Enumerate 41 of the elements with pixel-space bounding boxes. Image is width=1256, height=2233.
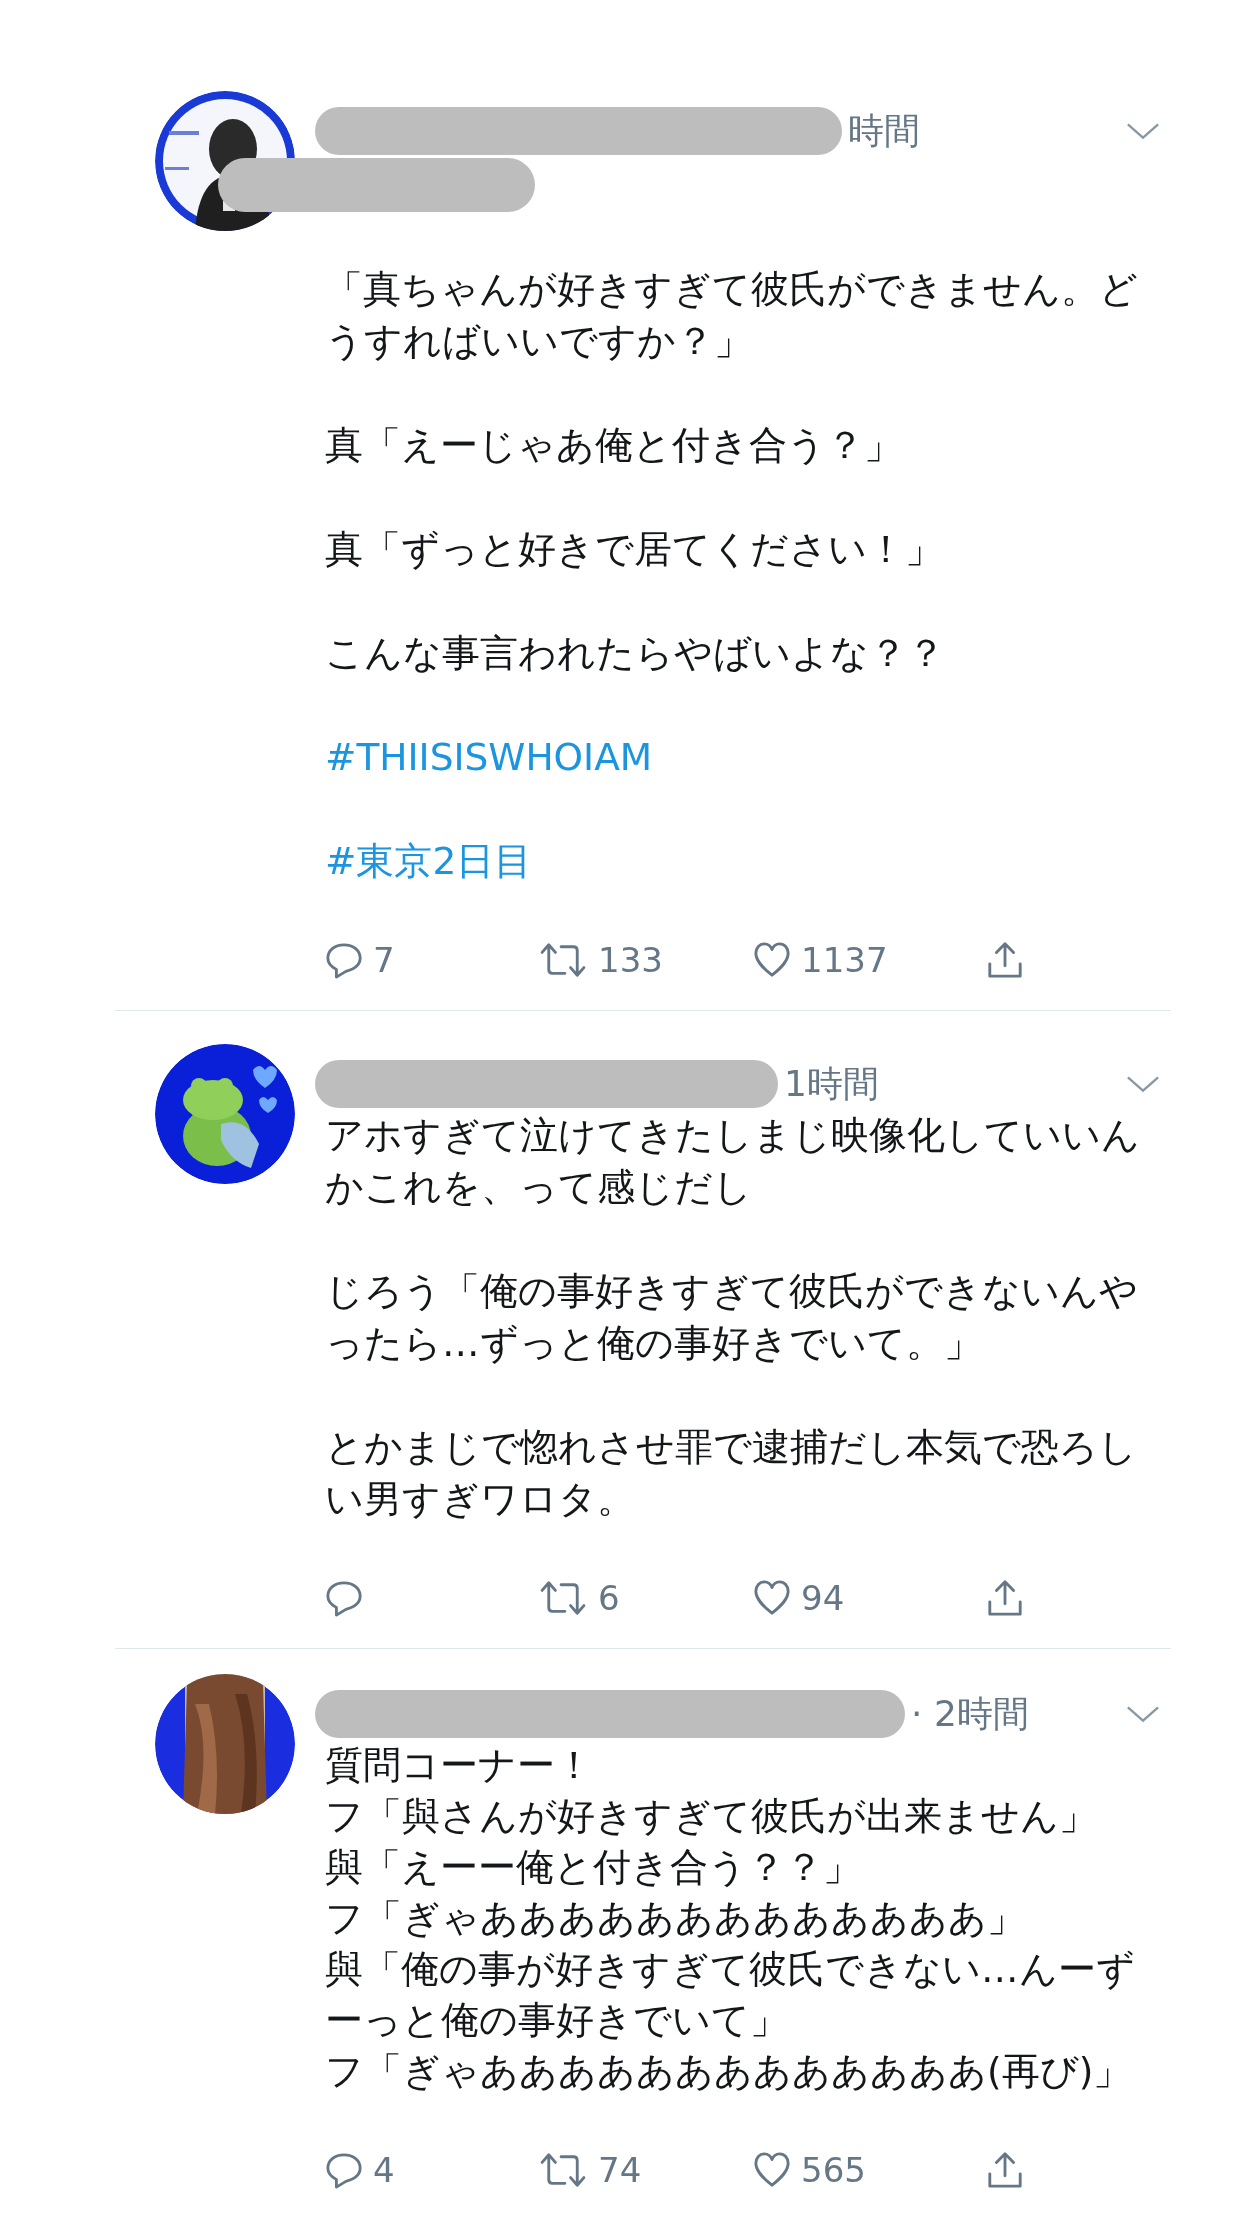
tweet-text: フ「ぎゃあああああああああああああ」 [325,1895,1026,1942]
hashtag-link[interactable]: #THIISISWHOIAM [325,731,653,783]
like-count: 565 [801,2150,866,2190]
tweet-text: アホすぎて泣けてきたしまじ映像化していいんかこれを、って感じだし [325,1112,1141,1211]
tweet-text: 與「俺の事が好きすぎて彼氏できない…んーずーっと俺の事好きでいて」 [325,1946,1136,2044]
like-count: 94 [801,1578,845,1618]
retweet-icon[interactable] [538,1579,588,1617]
hashtag-link[interactable]: #東京2日目 [325,835,533,887]
chevron-down-icon[interactable] [1126,121,1160,141]
reply-count: 4 [373,2150,395,2190]
tweet-text: こんな事言われたらやばいよな？？ [325,630,946,677]
tweet-text: 真「ずっと好きで居てください！」 [325,526,944,573]
tweet-text: じろう「俺の事好きすぎて彼氏ができないんやったら…ずっと俺の事好きでいて。」 [325,1268,1139,1367]
reply-icon[interactable] [325,1579,363,1617]
tweet-text: 真「えーじゃあ俺と付き合う？」 [325,422,903,469]
retweet-icon[interactable] [538,2151,588,2189]
tweet-text: フ「與さんが好きすぎて彼氏が出来ません」 [325,1793,1098,1840]
timestamp: 1時間 [784,1061,879,1106]
tweet-text: 質問コーナー！ [325,1742,594,1789]
tweet-text: 與「えーー俺と付き合う？？」 [325,1844,862,1891]
heart-icon[interactable] [753,2151,791,2189]
reply-icon[interactable] [325,941,363,979]
chevron-down-icon[interactable] [1126,1074,1160,1094]
timestamp: 時間 [848,108,920,153]
retweet-count: 133 [598,940,663,980]
share-icon[interactable] [986,941,1024,979]
heart-icon[interactable] [753,1579,791,1617]
heart-icon[interactable] [753,941,791,979]
reply-count: 7 [373,940,395,980]
retweet-count: 74 [598,2150,642,2190]
tweet-text: とかまじで惚れさせ罪で逮捕だし本気で恐ろしい男すぎワロタ。 [325,1424,1138,1523]
retweet-icon[interactable] [538,941,588,979]
like-count: 1137 [801,940,888,980]
share-icon[interactable] [986,1579,1024,1617]
chevron-down-icon[interactable] [1126,1704,1160,1724]
timestamp: · 2時間 [911,1691,1029,1736]
reply-icon[interactable] [325,2151,363,2189]
retweet-count: 6 [598,1578,620,1618]
tweet-text: 「真ちゃんが好きすぎて彼氏ができません。どうすればいいですか？」 [325,266,1139,365]
tweet-text: フ「ぎゃあああああああああああああ(再び)」 [325,2048,1133,2095]
share-icon[interactable] [986,2151,1024,2189]
